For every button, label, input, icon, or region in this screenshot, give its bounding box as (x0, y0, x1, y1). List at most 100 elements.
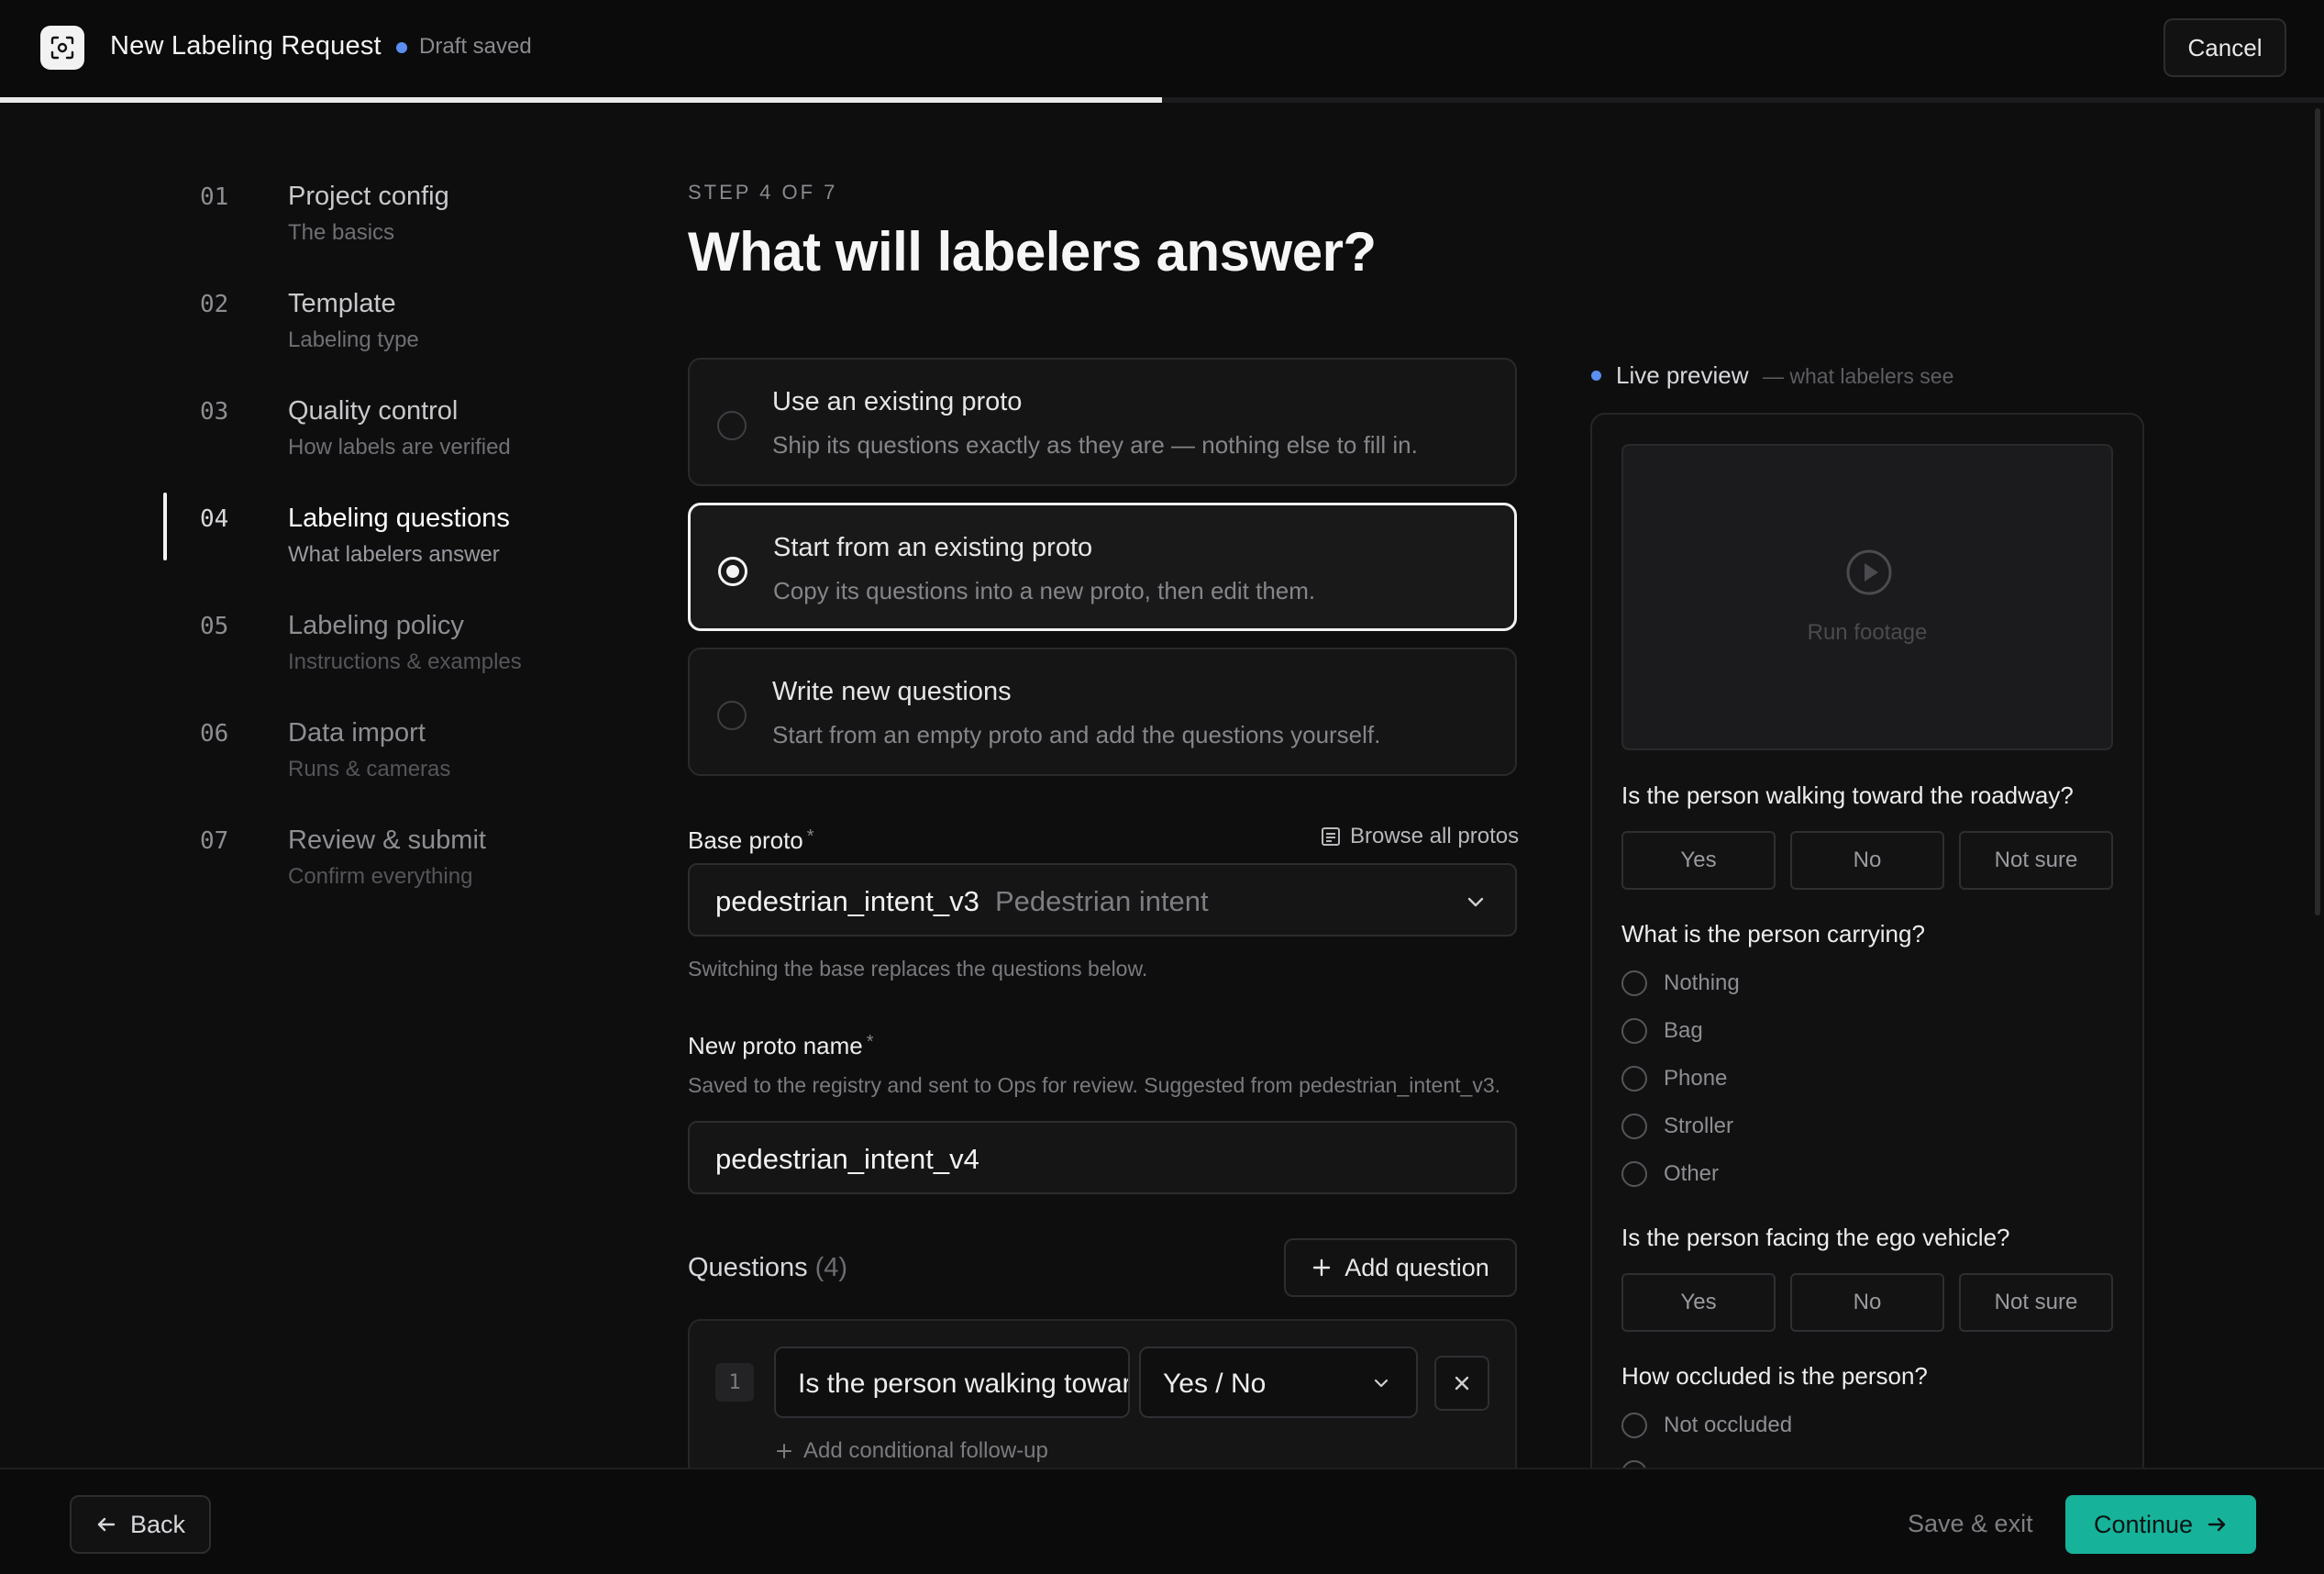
continue-button[interactable]: Continue (2065, 1495, 2256, 1554)
draft-status-text: Draft saved (419, 34, 532, 59)
radio-circle[interactable] (1621, 1066, 1647, 1092)
required-marker: * (806, 826, 814, 847)
step-project-config[interactable]: 01 Project config The basics (163, 182, 622, 266)
preview-question-1: Is the person walking toward the roadway… (1621, 781, 2074, 809)
step-subtitle: The basics (288, 220, 395, 245)
option-label: Stroller (1664, 1114, 1734, 1138)
arrow-left-icon (97, 1517, 116, 1532)
top-bar: New Labeling Request Draft saved Cancel (0, 0, 2324, 97)
add-conditional-followup-link[interactable]: Add conditional follow-up (776, 1438, 1048, 1464)
video-caption: Run footage (1807, 620, 1928, 645)
preview-option-other[interactable]: Other (1621, 1161, 1719, 1187)
option-title: Start from an existing proto (773, 533, 1093, 562)
preview-answer-yes[interactable]: Yes (1621, 1273, 1776, 1332)
step-review-submit[interactable]: 07 Review & submit Confirm everything (163, 826, 622, 910)
option-title: Write new questions (772, 677, 1012, 706)
step-template[interactable]: 02 Template Labeling type (163, 289, 622, 373)
preview-answer-no[interactable]: No (1790, 831, 1944, 890)
radio-selected[interactable] (718, 557, 747, 586)
step-subtitle: What labelers answer (288, 542, 500, 567)
video-player[interactable]: Run footage (1621, 444, 2113, 750)
base-proto-value: pedestrian_intent_v3 (715, 885, 979, 917)
base-proto-help: Switching the base replaces the question… (688, 957, 1148, 981)
step-quality-control[interactable]: 03 Quality control How labels are verifi… (163, 396, 622, 481)
preview-question-2: What is the person carrying? (1621, 920, 1925, 948)
list-icon (1322, 827, 1340, 846)
preview-question-4: How occluded is the person? (1621, 1362, 1928, 1390)
option-label: Phone (1664, 1066, 1728, 1091)
radio-circle[interactable] (1621, 1161, 1647, 1187)
radio-circle[interactable] (1621, 1018, 1647, 1044)
step-subtitle: Instructions & examples (288, 649, 522, 674)
radio-circle[interactable] (1621, 1114, 1647, 1139)
preview-option-bag[interactable]: Bag (1621, 1018, 1703, 1044)
save-exit-button[interactable]: Save & exit (1908, 1510, 2033, 1538)
preview-option-stroller[interactable]: Stroller (1621, 1114, 1733, 1139)
step-title: Data import (288, 718, 426, 748)
question-text-value: Is the person walking toward the roadway… (798, 1369, 1128, 1399)
remove-question-button[interactable] (1434, 1356, 1489, 1411)
preview-answer-no[interactable]: No (1790, 1273, 1944, 1332)
step-subtitle: Labeling type (288, 327, 419, 352)
step-title: Quality control (288, 396, 459, 426)
step-subtitle: Confirm everything (288, 864, 473, 889)
add-conditional-followup-label: Add conditional follow-up (803, 1438, 1048, 1463)
new-proto-name-help: Saved to the registry and sent to Ops fo… (688, 1073, 1501, 1097)
option-description: Ship its questions exactly as they are —… (772, 431, 1418, 459)
live-preview-subtitle: — what labelers see (1763, 364, 1954, 388)
plus-icon (777, 1444, 791, 1458)
step-labeling-questions[interactable]: 04 Labeling questions What labelers answ… (163, 493, 622, 588)
preview-answer-yes[interactable]: Yes (1621, 831, 1776, 890)
question-type-select[interactable]: Yes / No (1139, 1347, 1418, 1418)
preview-answer-not-sure[interactable]: Not sure (1959, 1273, 2113, 1332)
close-icon (1455, 1376, 1469, 1391)
required-marker: * (866, 1032, 874, 1052)
radio-unselected[interactable] (717, 411, 747, 440)
step-number: 05 (200, 613, 229, 640)
preview-option-nothing[interactable]: Nothing (1621, 970, 1740, 996)
wizard-progress-fill (0, 97, 1162, 103)
preview-option-not-occluded[interactable]: Not occluded (1621, 1413, 1792, 1438)
cancel-button[interactable]: Cancel (2164, 18, 2286, 77)
play-icon[interactable] (1845, 549, 1893, 596)
base-proto-select[interactable]: pedestrian_intent_v3 Pedestrian intent (688, 863, 1517, 937)
new-proto-name-input[interactable]: pedestrian_intent_v4 (688, 1121, 1517, 1194)
back-button[interactable]: Back (70, 1495, 211, 1554)
option-label: Not occluded (1664, 1413, 1793, 1437)
step-title: Labeling policy (288, 611, 464, 640)
add-question-button[interactable]: Add question (1284, 1238, 1517, 1297)
option-title: Use an existing proto (772, 387, 1023, 416)
step-labeling-policy[interactable]: 05 Labeling policy Instructions & exampl… (163, 611, 622, 695)
option-write-new-questions[interactable]: Write new questions Start from an empty … (688, 648, 1517, 776)
page-scrollbar[interactable] (2315, 108, 2320, 915)
preview-option-phone[interactable]: Phone (1621, 1066, 1727, 1092)
question-text-input[interactable]: Is the person walking toward the roadway… (774, 1347, 1130, 1418)
browse-all-protos-link[interactable]: Browse all protos (1321, 824, 1519, 849)
wizard-progress-bar (0, 97, 2324, 103)
step-number: 06 (200, 720, 229, 748)
step-number: 03 (200, 398, 229, 426)
step-title: Labeling questions (288, 504, 510, 533)
preview-answer-not-sure[interactable]: Not sure (1959, 831, 2113, 890)
option-label: Bag (1664, 1018, 1703, 1043)
step-number: 01 (200, 183, 229, 211)
new-proto-name-value: pedestrian_intent_v4 (715, 1143, 979, 1175)
live-preview-title: Live preview (1616, 361, 1749, 389)
radio-circle[interactable] (1621, 1413, 1647, 1438)
radio-circle[interactable] (1621, 970, 1647, 996)
radio-unselected[interactable] (717, 701, 747, 730)
step-counter: STEP 4 OF 7 (688, 181, 838, 204)
option-start-from-existing-proto[interactable]: Start from an existing proto Copy its qu… (688, 503, 1517, 631)
browse-all-protos-label: Browse all protos (1350, 824, 1520, 848)
preview-question-3: Is the person facing the ego vehicle? (1621, 1224, 2010, 1251)
base-proto-description: Pedestrian intent (995, 885, 1209, 917)
step-title: Template (288, 289, 396, 318)
base-proto-label: Base proto * (688, 826, 814, 855)
back-label: Back (129, 1510, 186, 1538)
questions-count: (4) (814, 1253, 848, 1282)
step-data-import[interactable]: 06 Data import Runs & cameras (163, 718, 622, 803)
new-proto-name-label-text: New proto name (688, 1032, 863, 1059)
app-logo-icon (40, 26, 84, 70)
option-use-existing-proto[interactable]: Use an existing proto Ship its questions… (688, 358, 1517, 486)
add-question-label: Add question (1345, 1253, 1489, 1281)
